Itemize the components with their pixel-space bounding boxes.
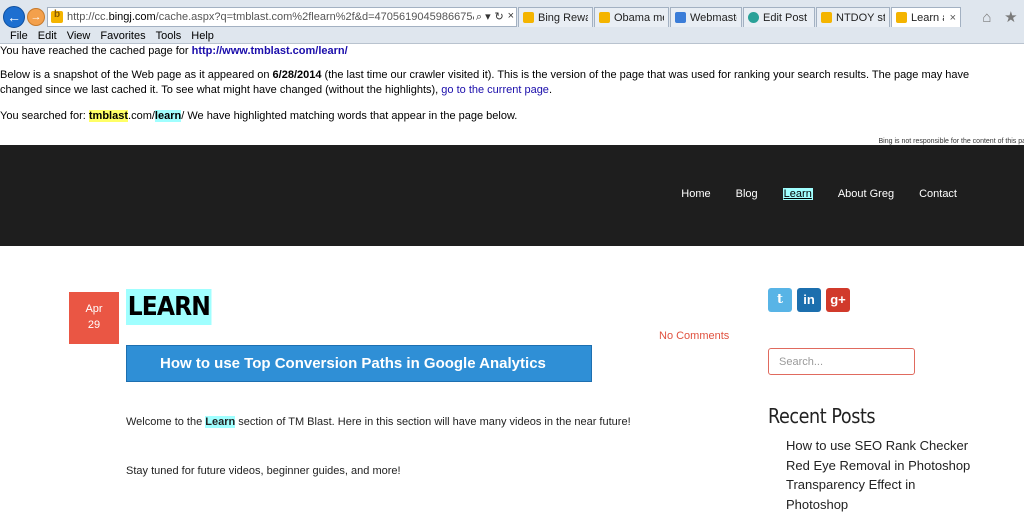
post-paragraph-1: Welcome to the Learn section of TM Blast…	[126, 416, 631, 428]
cache-line-3: You searched for: tmblast.com/learn/ We …	[0, 110, 518, 122]
sidebar-search-input[interactable]	[768, 348, 915, 375]
menu-view[interactable]: View	[67, 30, 91, 42]
post-date-day: 29	[87, 319, 101, 331]
highlighted-term-learn-body: Learn	[205, 416, 236, 428]
twitter-icon[interactable]: t	[768, 288, 792, 312]
page-icon	[675, 12, 686, 23]
menu-tools[interactable]: Tools	[156, 30, 182, 42]
highlighted-term-tmblast: tmblast	[88, 110, 129, 122]
cache-line-2: Below is a snapshot of the Web page as i…	[0, 69, 970, 96]
linkedin-icon[interactable]: in	[797, 288, 821, 312]
recent-post-item[interactable]: Red Eye Removal in Photoshop	[786, 456, 1006, 476]
recent-post-item[interactable]: Photoshop	[786, 495, 1006, 515]
tab-webmaster[interactable]: Webmaste...	[670, 7, 742, 27]
nav-home[interactable]: Home	[681, 188, 710, 200]
tab-learn-active[interactable]: Learn ab... ×	[891, 7, 961, 27]
bing-favicon-icon	[51, 9, 63, 23]
bing-icon	[523, 12, 534, 23]
arrow-right-icon: →	[30, 11, 42, 23]
google-plus-icon[interactable]: g+	[826, 288, 850, 312]
home-icon[interactable]: ⌂	[982, 9, 991, 26]
menu-bar: File Edit View Favorites Tools Help	[0, 28, 1024, 44]
cache-line-1: You have reached the cached page for htt…	[0, 45, 348, 57]
comments-link[interactable]: No Comments	[659, 330, 729, 342]
refresh-icon[interactable]: ↻	[495, 10, 504, 24]
nav-about-greg[interactable]: About Greg	[838, 188, 894, 200]
current-page-link[interactable]: go to the current page	[441, 84, 549, 96]
search-dropdown-icon[interactable]: ⌕ ▾	[476, 10, 491, 24]
nav-contact[interactable]: Contact	[919, 188, 957, 200]
browser-chrome: ← → http://cc.bingj.com/cache.aspx?q=tmb…	[0, 0, 1024, 44]
menu-help[interactable]: Help	[191, 30, 214, 42]
cached-page-link[interactable]: http://www.tmblast.com/learn/	[192, 45, 348, 57]
tab-edit-post[interactable]: Edit Post ‹ ...	[743, 7, 815, 27]
nav-learn[interactable]: Learn	[782, 188, 813, 200]
recent-post-item[interactable]: Transparency Effect in	[786, 475, 1006, 495]
menu-edit[interactable]: Edit	[38, 30, 57, 42]
post-title: LEARN	[126, 289, 212, 325]
bing-icon	[599, 12, 610, 23]
social-links: t in g+	[768, 288, 855, 312]
recent-posts-list: How to use SEO Rank Checker Red Eye Remo…	[786, 436, 1006, 514]
back-button[interactable]: ←	[3, 6, 25, 28]
bing-icon	[896, 12, 907, 23]
close-tab-icon[interactable]: ×	[950, 12, 956, 24]
recent-post-item[interactable]: How to use SEO Rank Checker	[786, 436, 1006, 456]
address-controls: ⌕ ▾ ↻ ×	[474, 10, 516, 24]
site-nav: Home Blog Learn About Greg Contact	[656, 188, 957, 200]
stop-icon[interactable]: ×	[508, 10, 514, 24]
recent-posts-title: Recent Posts	[768, 404, 876, 428]
ie-icon	[748, 12, 759, 23]
forward-button[interactable]: →	[27, 8, 45, 26]
address-url[interactable]: http://cc.bingj.com/cache.aspx?q=tmblast…	[67, 11, 474, 23]
arrow-left-icon: ←	[7, 9, 21, 25]
bing-icon	[821, 12, 832, 23]
tab-ntdoy[interactable]: NTDOY sto...	[816, 7, 890, 27]
tab-bing-rewards[interactable]: Bing Rewar...	[518, 7, 593, 27]
post-date-month: Apr	[85, 303, 103, 315]
site-header: Home Blog Learn About Greg Contact	[0, 145, 1024, 246]
address-bar[interactable]: http://cc.bingj.com/cache.aspx?q=tmblast…	[47, 7, 517, 27]
browser-toolbar-icons: ⌂ ★	[976, 7, 1024, 27]
post-date-badge: Apr 29	[69, 292, 119, 344]
favorites-star-icon[interactable]: ★	[1004, 8, 1017, 26]
tab-strip: Bing Rewar... Obama me... Webmaste... Ed…	[518, 7, 962, 27]
menu-file[interactable]: File	[10, 30, 28, 42]
tab-obama[interactable]: Obama me...	[594, 7, 669, 27]
post-paragraph-2: Stay tuned for future videos, beginner g…	[126, 465, 401, 477]
highlighted-term-learn: learn	[154, 110, 182, 122]
menu-favorites[interactable]: Favorites	[100, 30, 145, 42]
conversion-paths-video-button[interactable]: How to use Top Conversion Paths in Googl…	[126, 345, 592, 382]
nav-blog[interactable]: Blog	[736, 188, 758, 200]
